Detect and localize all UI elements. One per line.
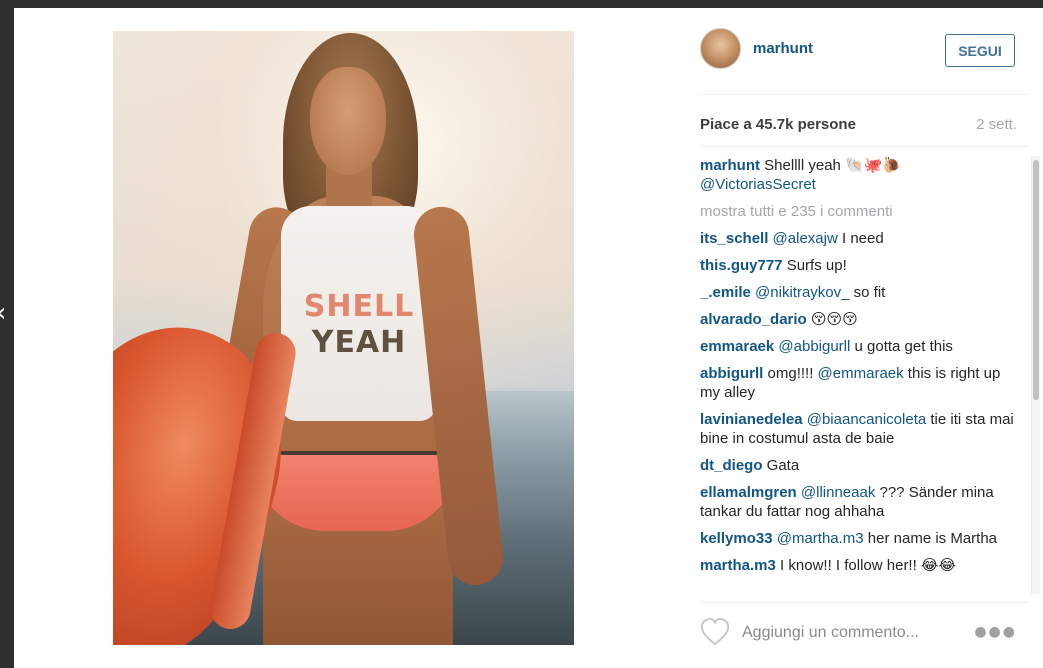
comment-username[interactable]: emmaraek [700, 338, 774, 355]
comment-mention[interactable]: @llinneaak [801, 484, 875, 501]
caption-emoji: 🐚🐙🐌 [845, 156, 902, 174]
username-link[interactable]: marhunt [753, 40, 813, 57]
comment-text: u gotta get this [850, 338, 953, 355]
caption-mention[interactable]: @VictoriasSecret [700, 176, 816, 193]
add-comment-input[interactable] [742, 622, 982, 644]
photo-face [310, 67, 386, 175]
comment-username[interactable]: dt_diego [700, 457, 763, 474]
post-header: marhunt SEGUI [700, 28, 1030, 76]
comment-item: alvarado_dario 😚😚😚 [700, 310, 1018, 329]
comment-text: I know!! I follow her!! 😂😂 [780, 557, 956, 574]
likes-row: Piace a 45.7k persone 2 sett. [700, 116, 1030, 136]
comment-text: Gata [766, 457, 800, 474]
comment-username[interactable]: this.guy777 [700, 257, 783, 274]
comment-text: Surfs up! [786, 257, 847, 274]
comment-username[interactable]: its_schell [700, 230, 768, 247]
comments-list[interactable]: marhunt Shellll yeah 🐚🐙🐌 @VictoriasSecret… [700, 156, 1018, 596]
photo-tank-text: SHELL YEAH [289, 289, 429, 361]
comment-text: her name is Martha [863, 530, 998, 547]
heart-icon[interactable] [700, 618, 730, 646]
post-time[interactable]: 2 sett. [976, 116, 1017, 133]
more-options-icon[interactable]: ●●● [974, 624, 1017, 640]
comment-item: kellymo33 @martha.m3 her name is Martha [700, 529, 1018, 548]
comment-mention[interactable]: @alexajw [773, 230, 838, 247]
follow-button[interactable]: SEGUI [945, 34, 1015, 67]
divider [700, 94, 1030, 95]
comment-mention[interactable]: @emmaraek [818, 365, 904, 382]
comment-item: lavinianedelea @biaancanicoleta tie iti … [700, 410, 1018, 448]
avatar[interactable] [700, 28, 741, 69]
comment-username[interactable]: kellymo33 [700, 530, 773, 547]
comment-mention[interactable]: @nikitraykov_ [755, 284, 849, 301]
comment-item: ellamalmgren @llinneaak ??? Sänder mina … [700, 483, 1018, 521]
comment-username[interactable]: martha.m3 [700, 557, 776, 574]
comment-items: its_schell @alexajw I need this.guy777 Su… [700, 229, 1018, 575]
comment-item: _.emile @nikitraykov_ so fit [700, 283, 1018, 302]
caption-text: Shellll yeah [760, 157, 846, 174]
post-photo[interactable]: SHELL YEAH [113, 31, 574, 645]
scrollbar-thumb[interactable] [1033, 160, 1039, 400]
comments-scrollbar[interactable] [1031, 156, 1040, 594]
comment-item: its_schell @alexajw I need [700, 229, 1018, 248]
caption: marhunt Shellll yeah 🐚🐙🐌 @VictoriasSecret [700, 156, 1018, 194]
comment-item: emmaraek @abbigurll u gotta get this [700, 337, 1018, 356]
photo-text-line1: SHELL [303, 289, 415, 324]
comment-item: this.guy777 Surfs up! [700, 256, 1018, 275]
photo-text-line2: YEAH [311, 325, 407, 360]
caption-username[interactable]: marhunt [700, 157, 760, 174]
comment-mention[interactable]: @biaancanicoleta [807, 411, 926, 428]
comment-item: dt_diego Gata [700, 456, 1018, 475]
comment-item: martha.m3 I know!! I follow her!! 😂😂 [700, 556, 1018, 575]
comment-item: abbigurll omg!!!! @emmaraek this is righ… [700, 364, 1018, 402]
likes-count[interactable]: Piace a 45.7k persone [700, 116, 856, 133]
comment-text: so fit [849, 284, 886, 301]
comment-prefix: omg!!!! [767, 365, 818, 382]
show-all-comments-link[interactable]: mostra tutti e 235 i commenti [700, 202, 1018, 221]
comment-footer: ●●● [700, 614, 1030, 650]
divider [700, 146, 1030, 147]
comment-username[interactable]: alvarado_dario [700, 311, 807, 328]
comment-username[interactable]: _.emile [700, 284, 751, 301]
divider [700, 602, 1030, 603]
previous-post-arrow-icon[interactable]: ‹ [0, 300, 6, 326]
comment-username[interactable]: lavinianedelea [700, 411, 803, 428]
comment-text: I need [837, 230, 884, 247]
comment-text: 😚😚😚 [810, 311, 858, 328]
comment-mention[interactable]: @abbigurll [778, 338, 850, 355]
comment-mention[interactable]: @martha.m3 [777, 530, 864, 547]
comment-username[interactable]: abbigurll [700, 365, 763, 382]
comment-username[interactable]: ellamalmgren [700, 484, 797, 501]
post-side-panel: marhunt SEGUI Piace a 45.7k persone 2 se… [700, 8, 1043, 668]
post-modal: SHELL YEAH marhunt SEGUI Piace a 45.7k p… [14, 8, 1043, 668]
